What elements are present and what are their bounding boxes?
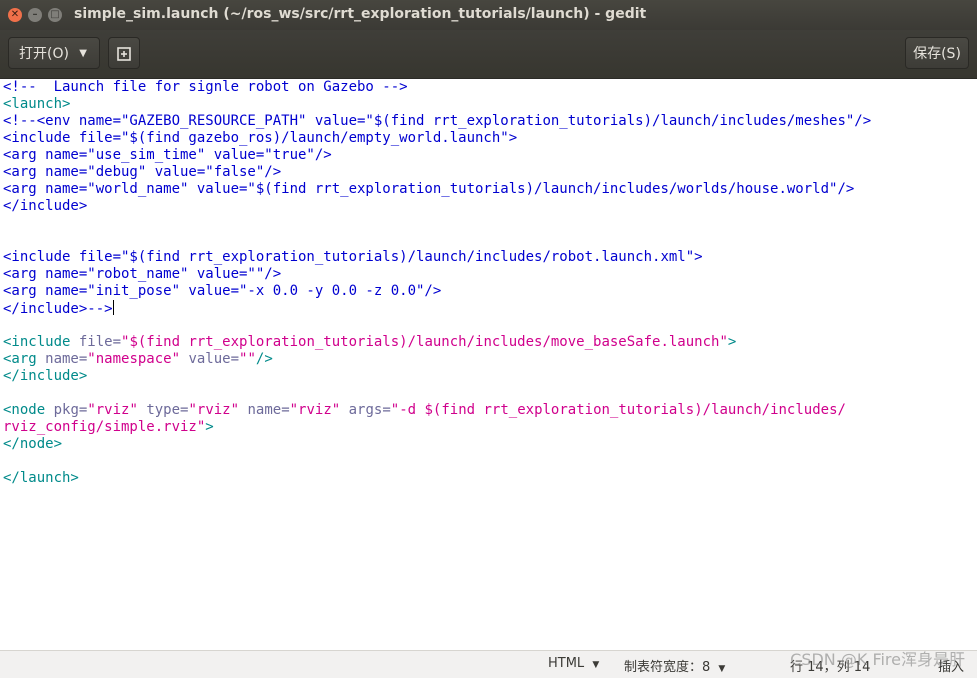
new-document-button[interactable] bbox=[108, 37, 140, 69]
tab-width-selector[interactable]: 制表符宽度：8 ▼ bbox=[624, 656, 725, 675]
code-line: <include file="$(find rrt_exploration_tu… bbox=[3, 334, 871, 351]
code-line: <arg name="robot_name" value=""/> bbox=[3, 266, 871, 283]
code-line: <!-- Launch file for signle robot on Gaz… bbox=[3, 79, 871, 96]
code-line: </include> bbox=[3, 198, 871, 215]
language-label: HTML bbox=[548, 656, 585, 671]
code-token: <arg name="debug" value="false"/> bbox=[3, 164, 282, 180]
code-line: <arg name="debug" value="false"/> bbox=[3, 164, 871, 181]
code-token: rviz_config/simple.rviz" bbox=[3, 419, 206, 435]
code-token: pkg= bbox=[45, 402, 88, 418]
code-token: "-d $(find rrt_exploration_tutorials)/la… bbox=[390, 402, 846, 418]
code-token: file= bbox=[70, 334, 122, 350]
code-token: "rviz" bbox=[87, 402, 138, 418]
chevron-down-icon: ▼ bbox=[79, 48, 87, 59]
code-line: <include file="$(find gazebo_ros)/launch… bbox=[3, 130, 871, 147]
code-line: <launch> bbox=[3, 96, 871, 113]
code-token: <!-- Launch file for signle robot on Gaz… bbox=[3, 79, 408, 95]
watermark: CSDN @K Fire浑身是肝 bbox=[790, 650, 965, 669]
code-token: name= bbox=[36, 351, 88, 367]
language-selector[interactable]: HTML ▼ bbox=[548, 656, 599, 671]
code-line: </include> bbox=[3, 368, 871, 385]
text-cursor bbox=[112, 300, 114, 315]
header-toolbar: 打开(O) ▼ 保存(S) bbox=[0, 30, 977, 79]
code-token: value= bbox=[180, 351, 240, 367]
code-token: "$(find rrt_exploration_tutorials)/launc… bbox=[121, 334, 728, 350]
code-token: > bbox=[205, 419, 214, 435]
code-token: name= bbox=[239, 402, 290, 418]
minimize-icon: – bbox=[32, 9, 38, 20]
code-token: </include> bbox=[3, 198, 88, 214]
close-icon: ✕ bbox=[10, 9, 20, 20]
code-token: <include file="$(find rrt_exploration_tu… bbox=[3, 249, 703, 265]
code-token: "rviz" bbox=[289, 402, 341, 418]
close-window-button[interactable]: ✕ bbox=[8, 8, 22, 22]
gedit-window: ✕ – □ simple_sim.launch (~/ros_ws/src/rr… bbox=[0, 0, 977, 678]
code-token: type= bbox=[137, 402, 189, 418]
code-token: "rviz" bbox=[188, 402, 240, 418]
code-token: /> bbox=[255, 351, 273, 367]
code-lines: <!-- Launch file for signle robot on Gaz… bbox=[3, 79, 871, 487]
code-token: <arg name="world_name" value="$(find rrt… bbox=[3, 181, 855, 197]
code-line: </include>--> bbox=[3, 300, 871, 317]
title-bar[interactable]: ✕ – □ simple_sim.launch (~/ros_ws/src/rr… bbox=[0, 0, 977, 30]
code-line: </node> bbox=[3, 436, 871, 453]
code-token: <launch> bbox=[3, 96, 71, 112]
code-line: rviz_config/simple.rviz"> bbox=[3, 419, 871, 436]
code-token: "" bbox=[239, 351, 256, 367]
status-bar: HTML ▼ 制表符宽度：8 ▼ 行 14，列 14 插入 CSDN @K Fi… bbox=[0, 650, 977, 678]
chevron-down-icon: ▼ bbox=[592, 660, 600, 670]
code-token: </launch> bbox=[3, 470, 79, 486]
code-token: <include bbox=[3, 334, 71, 350]
code-token: </node> bbox=[3, 436, 63, 452]
code-line: <arg name="namespace" value=""/> bbox=[3, 351, 871, 368]
code-line: <arg name="use_sim_time" value="true"/> bbox=[3, 147, 871, 164]
code-line: <!--<env name="GAZEBO_RESOURCE_PATH" val… bbox=[3, 113, 871, 130]
open-button[interactable]: 打开(O) ▼ bbox=[8, 37, 100, 69]
code-token: <arg name="use_sim_time" value="true"/> bbox=[3, 147, 332, 163]
code-token: <arg name="robot_name" value=""/> bbox=[3, 266, 282, 282]
open-button-label: 打开(O) bbox=[19, 46, 69, 62]
tab-width-label: 制表符宽度：8 bbox=[624, 660, 711, 675]
maximize-icon: □ bbox=[50, 9, 60, 20]
code-token: <arg bbox=[3, 351, 37, 367]
window-title: simple_sim.launch (~/ros_ws/src/rrt_expl… bbox=[74, 6, 647, 22]
code-line: <node pkg="rviz" type="rviz" name="rviz"… bbox=[3, 402, 871, 419]
code-token: </include> bbox=[3, 368, 88, 384]
code-token: <include file="$(find gazebo_ros)/launch… bbox=[3, 130, 518, 146]
new-document-icon bbox=[117, 47, 131, 61]
code-token: <!--<env name="GAZEBO_RESOURCE_PATH" val… bbox=[3, 113, 872, 129]
text-editor[interactable]: <!-- Launch file for signle robot on Gaz… bbox=[0, 79, 977, 650]
code-token: </include>--> bbox=[3, 301, 113, 317]
code-line: <arg name="init_pose" value="-x 0.0 -y 0… bbox=[3, 283, 871, 300]
code-token: <arg name="init_pose" value="-x 0.0 -y 0… bbox=[3, 283, 442, 299]
chevron-down-icon: ▼ bbox=[718, 664, 726, 674]
code-line: <arg name="world_name" value="$(find rrt… bbox=[3, 181, 871, 198]
minimize-window-button[interactable]: – bbox=[28, 8, 42, 22]
maximize-window-button[interactable]: □ bbox=[48, 8, 62, 22]
code-line: <include file="$(find rrt_exploration_tu… bbox=[3, 249, 871, 266]
code-token: args= bbox=[340, 402, 391, 418]
code-token: "namespace" bbox=[87, 351, 181, 367]
code-token: <node bbox=[3, 402, 46, 418]
code-token: > bbox=[727, 334, 737, 350]
code-line: </launch> bbox=[3, 470, 871, 487]
save-button[interactable]: 保存(S) bbox=[905, 37, 969, 69]
